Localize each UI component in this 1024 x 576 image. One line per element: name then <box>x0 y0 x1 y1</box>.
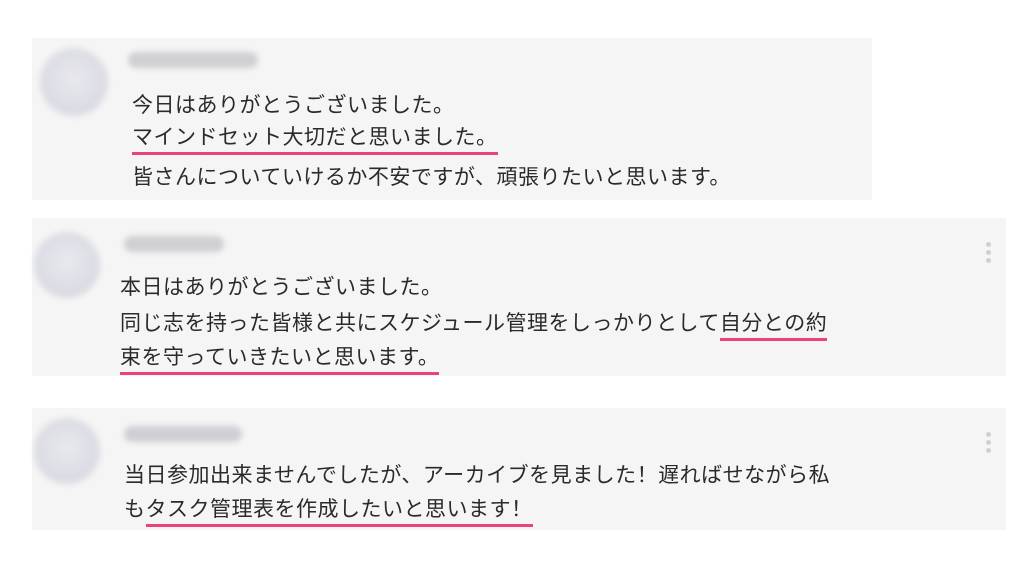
more-options-icon[interactable] <box>986 432 992 456</box>
comment-card: 本日はありがとうございました。 同じ志を持った皆様と共にスケジュール管理をしっか… <box>32 218 1006 376</box>
comment-line: 皆さんについていけるか不安ですが、頑張りたいと思います。 <box>132 162 731 192</box>
commenter-name-blurred <box>128 52 258 68</box>
comment-text: も <box>124 497 146 521</box>
highlighted-text: 自分との約 <box>719 311 828 341</box>
commenter-name-blurred <box>124 426 242 442</box>
comment-line: 当日参加出来ませんでしたが、アーカイブを見ました！遅ればせながら私 <box>124 460 830 490</box>
comment-line: マインドセット大切だと思いました。 <box>132 122 498 155</box>
commenter-name-blurred <box>124 236 224 252</box>
comment-line: 本日はありがとうございました。 <box>120 272 443 302</box>
comment-text: 皆さんについていけるか不安ですが、頑張りたいと思います。 <box>132 165 731 189</box>
comment-line: 束を守っていきたいと思います。 <box>120 342 440 375</box>
avatar[interactable] <box>34 418 100 484</box>
highlighted-text: 束を守っていきたいと思います。 <box>120 345 440 375</box>
comment-line: 今日はありがとうございました。 <box>132 90 455 120</box>
comment-text: 当日参加出来ませんでしたが、アーカイブを見ました！遅ればせながら私 <box>124 463 831 487</box>
avatar[interactable] <box>34 232 100 298</box>
highlighted-text: タスク管理表を作成したいと思います！ <box>145 497 533 527</box>
comment-card: 当日参加出来ませんでしたが、アーカイブを見ました！遅ればせながら私 もタスク管理… <box>32 408 1006 530</box>
comment-text: 本日はありがとうございました。 <box>120 275 443 299</box>
highlighted-text: マインドセット大切だと思いました。 <box>132 125 498 155</box>
comment-text: 同じ志を持った皆様と共にスケジュール管理をしっかりとして <box>120 311 720 335</box>
more-options-icon[interactable] <box>986 242 992 266</box>
comment-card: 今日はありがとうございました。 マインドセット大切だと思いました。 皆さんについ… <box>32 38 872 200</box>
avatar[interactable] <box>40 48 108 116</box>
comment-text: 今日はありがとうございました。 <box>132 93 455 117</box>
comment-line: もタスク管理表を作成したいと思います！ <box>124 494 533 527</box>
comment-line: 同じ志を持った皆様と共にスケジュール管理をしっかりとして自分との約 <box>120 308 828 341</box>
